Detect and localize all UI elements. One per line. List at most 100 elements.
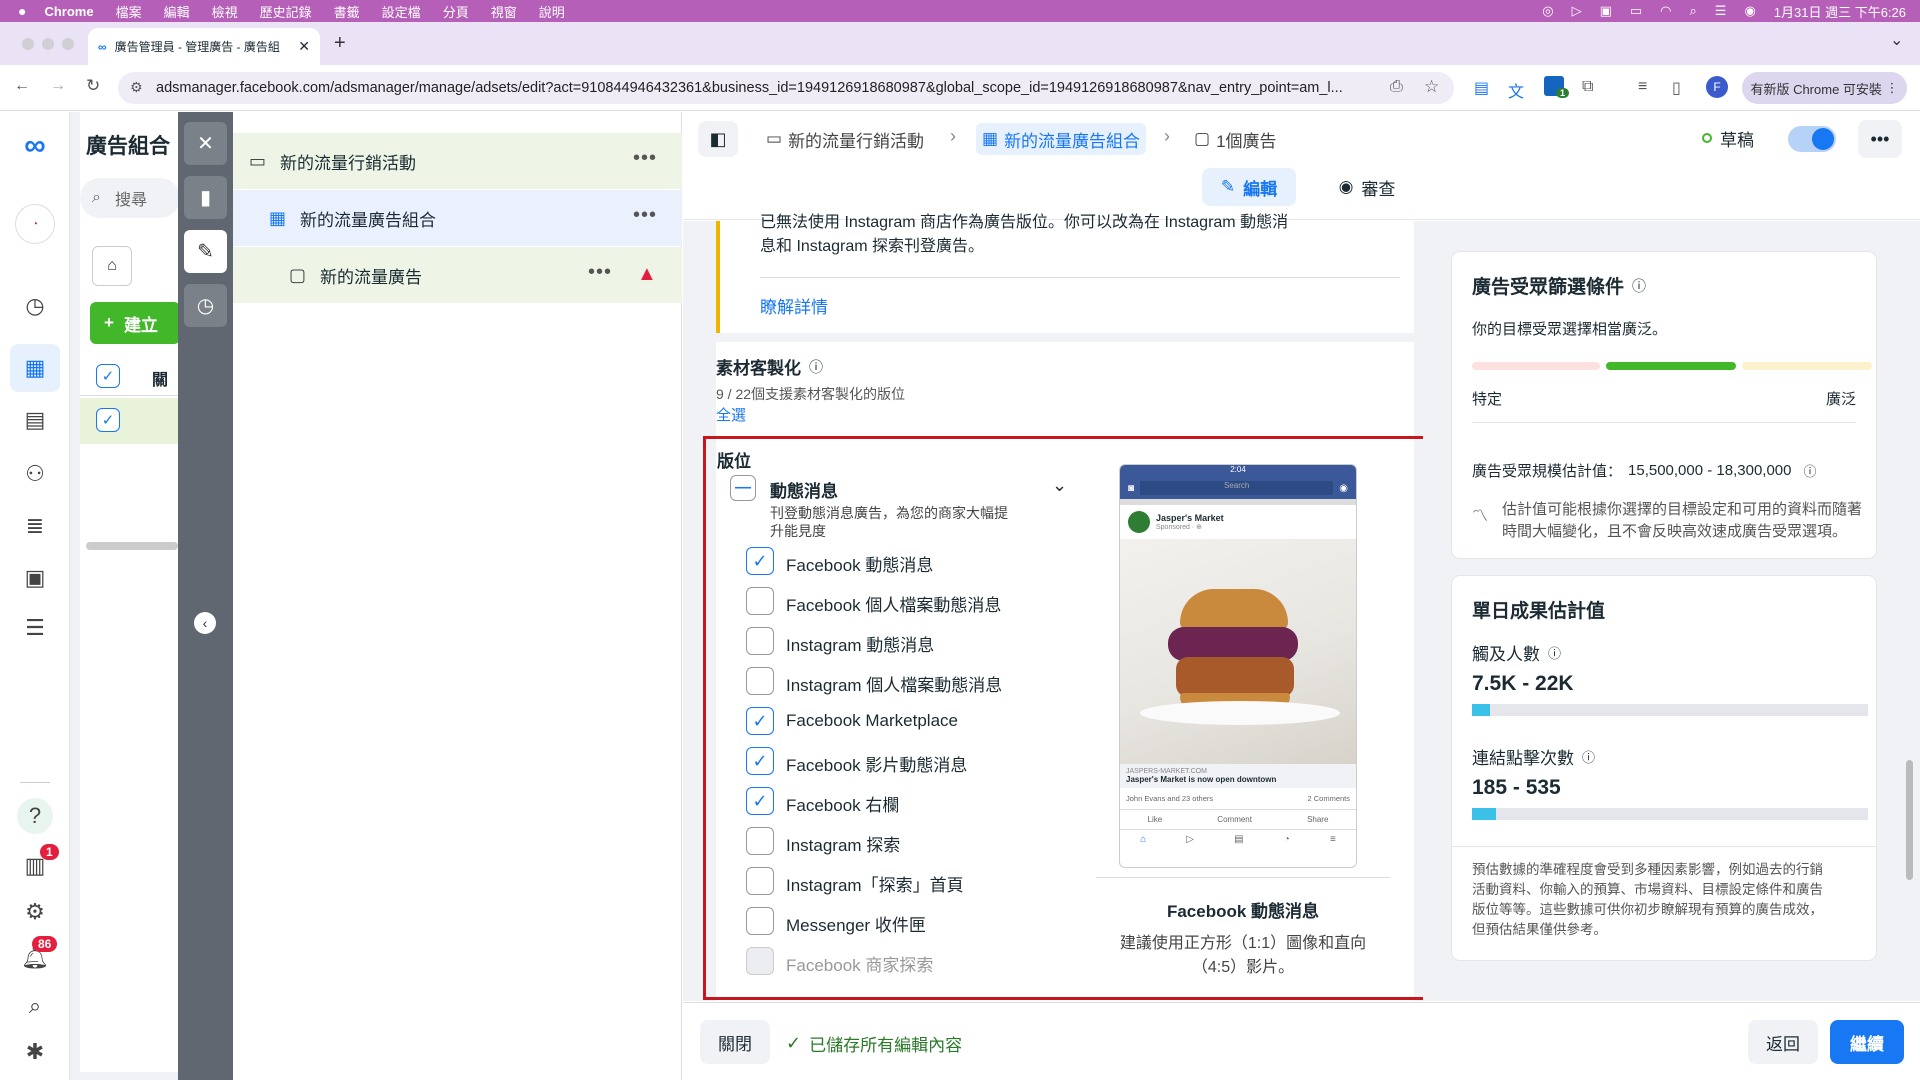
close-editor-button[interactable]: ✕ bbox=[184, 122, 227, 165]
menu-item[interactable]: 檢視 bbox=[212, 2, 238, 21]
minimize-window-button[interactable] bbox=[42, 38, 54, 50]
group-indeterminate-checkbox[interactable]: — bbox=[730, 475, 756, 501]
info-icon[interactable]: ⓘ bbox=[809, 357, 823, 377]
breadcrumb-campaign[interactable]: ▭ 新的流量行銷活動 bbox=[766, 123, 924, 155]
vertical-scrollbar[interactable] bbox=[1906, 760, 1913, 880]
site-info-icon[interactable]: ⚙ bbox=[130, 79, 143, 96]
placement-checkbox[interactable] bbox=[746, 947, 774, 975]
charts-button[interactable]: ▮ bbox=[184, 176, 227, 219]
search-input[interactable]: ⌕ 搜尋 bbox=[80, 178, 180, 218]
extension-icon[interactable]: ▤ bbox=[1474, 78, 1489, 98]
status-toggle[interactable] bbox=[1788, 126, 1836, 152]
more-actions-button[interactable]: ••• bbox=[1858, 120, 1902, 158]
warning-icon[interactable]: ▲ bbox=[637, 263, 657, 286]
toggle-sidebar-button[interactable]: ◧ bbox=[698, 121, 738, 157]
ads-manager-table-icon[interactable]: ▦ bbox=[10, 344, 60, 392]
placement-option[interactable]: Instagram 探索 bbox=[746, 825, 1086, 857]
placement-checkbox[interactable] bbox=[746, 907, 774, 935]
spotlight-icon[interactable]: ⌕ bbox=[1690, 3, 1697, 19]
breadcrumb-adset[interactable]: ▦ 新的流量廣告組合 bbox=[976, 123, 1147, 155]
translate-icon[interactable]: 文 bbox=[1508, 78, 1524, 102]
placement-option[interactable]: Instagram「探索」首頁 bbox=[746, 865, 1086, 897]
account-avatar[interactable]: ◔ bbox=[15, 204, 55, 244]
bug-report-icon[interactable]: ✱ bbox=[17, 1034, 53, 1070]
menu-app-name[interactable]: Chrome bbox=[44, 4, 93, 19]
placement-option[interactable]: ✓ Facebook 動態消息 bbox=[746, 545, 1086, 577]
menu-item[interactable]: 書籤 bbox=[334, 2, 360, 21]
media-library-icon[interactable]: ▣ bbox=[17, 560, 53, 596]
reload-icon[interactable]: ↻ bbox=[86, 76, 100, 96]
folder-button[interactable]: ⌂ bbox=[92, 246, 132, 286]
reports-icon[interactable]: ▤ bbox=[17, 402, 53, 438]
play-icon[interactable]: ▷ bbox=[1572, 3, 1582, 19]
learn-more-link[interactable]: 瞭解詳情 bbox=[760, 293, 828, 318]
edit-button[interactable]: ✎ bbox=[184, 230, 227, 273]
info-icon[interactable]: ⓘ bbox=[1632, 276, 1646, 296]
wechat-icon[interactable]: ◎ bbox=[1542, 3, 1553, 19]
more-options-icon[interactable]: ••• bbox=[588, 261, 612, 284]
chevron-down-icon[interactable]: ⌄ bbox=[1052, 475, 1067, 496]
select-all-link[interactable]: 全選 bbox=[716, 404, 746, 425]
placement-checkbox[interactable]: ✓ bbox=[746, 707, 774, 735]
reading-list-icon[interactable]: ≡ bbox=[1638, 78, 1647, 96]
placement-option[interactable]: Messenger 收件匣 bbox=[746, 905, 1086, 937]
side-panel-icon[interactable]: ▯ bbox=[1672, 78, 1681, 98]
placement-option[interactable]: Instagram 動態消息 bbox=[746, 625, 1086, 657]
placement-option[interactable]: ✓ Facebook 右欄 bbox=[746, 785, 1086, 817]
placement-option[interactable]: Instagram 個人檔案動態消息 bbox=[746, 665, 1086, 697]
close-button[interactable]: 關閉 bbox=[700, 1020, 770, 1064]
breadcrumb-ad[interactable]: ▢ 1個廣告 bbox=[1194, 123, 1277, 155]
collapse-panel-button[interactable]: ‹ bbox=[194, 612, 216, 634]
control-center-icon[interactable]: ☰ bbox=[1715, 3, 1727, 19]
puzzle-icon[interactable]: ⧉ bbox=[1582, 78, 1593, 96]
menu-item[interactable]: 分頁 bbox=[443, 2, 469, 21]
placement-option[interactable]: ✓ Facebook 影片動態消息 bbox=[746, 745, 1086, 777]
placement-checkbox[interactable]: ✓ bbox=[746, 747, 774, 775]
placement-checkbox[interactable]: ✓ bbox=[746, 787, 774, 815]
placement-checkbox[interactable] bbox=[746, 827, 774, 855]
tab-search-icon[interactable]: ⌄ bbox=[1890, 30, 1903, 50]
screen-icon[interactable]: ▣ bbox=[1600, 3, 1612, 19]
menu-item[interactable]: 設定檔 bbox=[382, 2, 421, 21]
wifi-icon[interactable]: ◠ bbox=[1660, 3, 1671, 19]
apple-icon[interactable]: ● bbox=[18, 3, 26, 19]
zoom-window-button[interactable] bbox=[62, 38, 74, 50]
menu-item[interactable]: 說明 bbox=[539, 2, 565, 21]
menu-item[interactable]: 歷史記錄 bbox=[260, 2, 312, 21]
more-options-icon[interactable]: ••• bbox=[633, 147, 657, 170]
row-checkbox[interactable]: ✓ bbox=[96, 408, 120, 432]
new-tab-button[interactable]: + bbox=[334, 32, 346, 55]
info-icon[interactable]: ⓘ bbox=[1548, 643, 1561, 662]
placement-checkbox[interactable] bbox=[746, 867, 774, 895]
browser-tab[interactable]: ∞ 廣告管理員 - 管理廣告 - 廣告組 ✕ bbox=[88, 28, 320, 65]
profile-avatar[interactable]: F bbox=[1706, 76, 1728, 98]
back-icon[interactable]: ← bbox=[14, 77, 30, 95]
battery-icon[interactable]: ▭ bbox=[1630, 3, 1642, 19]
meta-logo-icon[interactable]: ∞ bbox=[17, 128, 53, 164]
placement-option[interactable]: Facebook 個人檔案動態消息 bbox=[746, 585, 1086, 617]
placement-checkbox[interactable] bbox=[746, 627, 774, 655]
tree-item-adset[interactable]: ▦ 新的流量廣告組合 ••• bbox=[233, 190, 682, 246]
info-icon[interactable]: ⓘ bbox=[1582, 747, 1595, 766]
settings-gear-icon[interactable]: ⚙ bbox=[17, 894, 53, 930]
billing-icon[interactable]: ≣ bbox=[17, 508, 53, 544]
table-row[interactable]: ✓ bbox=[80, 398, 178, 444]
continue-button[interactable]: 繼續 bbox=[1830, 1020, 1904, 1064]
help-icon[interactable]: ? bbox=[17, 798, 53, 834]
clock[interactable]: 1月31日 週三 下午6:26 bbox=[1774, 2, 1906, 21]
forward-icon[interactable]: → bbox=[50, 77, 66, 95]
close-window-button[interactable] bbox=[22, 38, 34, 50]
all-tools-menu-icon[interactable]: ☰ bbox=[17, 610, 53, 646]
dashboard-icon[interactable]: ◷ bbox=[17, 288, 53, 324]
audiences-icon[interactable]: ⚇ bbox=[17, 456, 53, 492]
tab-edit[interactable]: ✎ 編輯 bbox=[1202, 168, 1296, 206]
history-button[interactable]: ◷ bbox=[184, 284, 227, 327]
address-bar[interactable]: ⚙ adsmanager.facebook.com/adsmanager/man… bbox=[118, 72, 1454, 104]
tree-item-campaign[interactable]: ▭ 新的流量行銷活動 ••• bbox=[233, 133, 682, 189]
placement-checkbox[interactable] bbox=[746, 667, 774, 695]
tree-item-ad[interactable]: ▢ 新的流量廣告 ••• ▲ bbox=[233, 247, 682, 303]
menu-item[interactable]: 檔案 bbox=[116, 2, 142, 21]
placement-checkbox[interactable]: ✓ bbox=[746, 547, 774, 575]
select-all-checkbox[interactable]: ✓ bbox=[96, 364, 120, 388]
create-button[interactable]: + 建立 bbox=[90, 302, 180, 344]
